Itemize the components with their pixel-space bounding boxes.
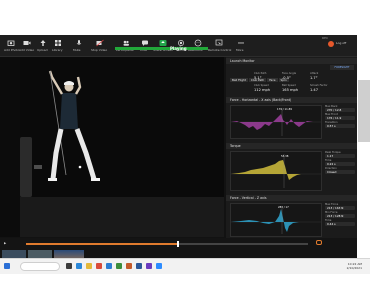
taskbar-clock[interactable]: 10:22 AM 2/10/2021 [340, 262, 362, 270]
smash-factor-value: 1.47 [310, 88, 319, 92]
analysis-panel: Launch Monitor Ball Flight Club Path Face S… [226, 57, 357, 239]
taskbar-search[interactable] [20, 262, 60, 271]
club-speed-label: Club Speed [254, 84, 269, 87]
teams-icon[interactable] [146, 263, 152, 269]
screen-share-bar[interactable] [115, 47, 208, 50]
recording-indicator: REC [322, 36, 329, 40]
taskbar-date: 2/10/2021 [346, 266, 362, 270]
force-horizontal-annotation: 179 / 11.89 [277, 108, 292, 111]
camera-icon[interactable] [4, 39, 18, 47]
add-photo-label: Add Photo [4, 48, 20, 52]
club-path-value: 5.1° [254, 76, 262, 80]
mail-icon[interactable] [106, 263, 112, 269]
launch-monitor-header[interactable]: Launch Monitor [226, 58, 357, 64]
toolbar: Add Photo Add Video Upload Library Mute … [0, 35, 357, 57]
torque-header[interactable]: Torque [226, 143, 357, 149]
powerpoint-icon[interactable] [126, 263, 132, 269]
video-icon[interactable] [20, 39, 34, 47]
left-sidebar [0, 57, 20, 237]
play-icon[interactable]: ▶ [4, 241, 6, 245]
remote-icon[interactable] [212, 39, 226, 47]
swing-video[interactable] [20, 57, 224, 237]
loop-icon[interactable] [316, 240, 322, 245]
metric-value: 270 / 12.8 [325, 108, 355, 112]
webcam-thumbnail[interactable] [358, 80, 370, 142]
more-icon[interactable] [234, 39, 248, 47]
upload-label: Upload [37, 48, 48, 52]
upload-icon[interactable] [36, 39, 50, 47]
club-speed-value: 112 mph [254, 88, 271, 92]
force-vertical-annotation: 283 / 17 [278, 206, 289, 209]
add-video-label: Add Video [19, 48, 35, 52]
tab-face[interactable]: Face [267, 78, 278, 82]
metric-value: 0.57 s [325, 124, 355, 128]
timeline-playhead[interactable] [177, 241, 180, 247]
folder-icon[interactable] [86, 263, 92, 269]
power-icon[interactable] [328, 41, 334, 47]
torque-annotation: 53.38 [281, 155, 289, 158]
ball-speed-value: 165 mph [282, 88, 299, 92]
brand-logo: FORESIGHT [330, 65, 354, 70]
golfer-figure [34, 70, 100, 181]
ball-speed-label: Ball Speed [282, 84, 296, 87]
force-vertical-plot [231, 206, 321, 234]
attack-label: Attack [310, 72, 319, 75]
remote-control-label: Remote Control [208, 48, 232, 52]
metric-value: 1.17 [325, 154, 355, 158]
metric-value: 213 / 128 N [325, 214, 355, 218]
people-icon[interactable] [119, 39, 133, 47]
force-horizontal-plot [231, 108, 321, 136]
share-status-text: Playing [170, 46, 187, 51]
torque-plot [231, 154, 321, 188]
force-horizontal-chart[interactable]: 179 / 11.89 [230, 105, 322, 139]
app-window: Add Photo Add Video Upload Library Mute … [0, 35, 357, 273]
stop-video-label: Stop Video [91, 48, 108, 52]
metric-value: 176 / 11.9 [325, 116, 355, 120]
word-icon[interactable] [136, 263, 142, 269]
attack-value: 1.7° [310, 76, 318, 80]
force-vertical-chart[interactable]: 283 / 17 [230, 203, 322, 237]
metric-value: 0.22 s [325, 162, 355, 166]
metric-value: Closed [325, 170, 355, 174]
task-view-icon[interactable] [66, 263, 72, 269]
chrome-icon[interactable] [96, 263, 102, 269]
edge-icon[interactable] [76, 263, 82, 269]
library-label: Library [52, 48, 63, 52]
torque-metrics: Peak Torque 1.17 Time 0.22 s Direction C… [325, 151, 355, 175]
tab-ball-flight[interactable]: Ball Flight [230, 78, 248, 82]
force-vertical-metrics: Max Force 213 / 163 N Min Force 213 / 12… [325, 203, 355, 227]
video-off-icon[interactable] [93, 39, 107, 47]
excel-icon[interactable] [116, 263, 122, 269]
smash-factor-label: Smash Factor [310, 84, 328, 87]
mute-label: Mute [73, 48, 81, 52]
taskbar: 10:22 AM 2/10/2021 [0, 258, 370, 274]
windows-start-icon[interactable] [4, 263, 10, 269]
force-horizontal-metrics: Max Back 270 / 12.8 Max Front 176 / 11.9… [325, 105, 355, 129]
share-icon[interactable] [156, 39, 170, 47]
emoji-icon[interactable] [191, 39, 205, 47]
face-angle-value: -0.5° [282, 76, 291, 80]
torque-chart[interactable]: 53.38 [230, 151, 322, 191]
force-vertical-header[interactable]: Force - Vertical - Z axis [226, 195, 357, 201]
library-icon[interactable] [51, 39, 65, 47]
timeline-progress [26, 243, 179, 245]
metric-value: 213 / 163 N [325, 206, 355, 210]
force-horizontal-header[interactable]: Force - Horizontal - X axis (Back/Front) [226, 97, 357, 103]
club-path-label: Club Path [254, 72, 267, 75]
mic-icon[interactable] [72, 39, 86, 47]
chat-icon[interactable] [138, 39, 152, 47]
metric-value: 0.44 s [325, 222, 355, 226]
timeline-track[interactable] [26, 241, 308, 247]
logout-button[interactable]: Log off [336, 41, 346, 45]
more-label: More [236, 48, 244, 52]
zoom-icon[interactable] [156, 263, 162, 269]
face-angle-label: Face Angle [282, 72, 297, 75]
